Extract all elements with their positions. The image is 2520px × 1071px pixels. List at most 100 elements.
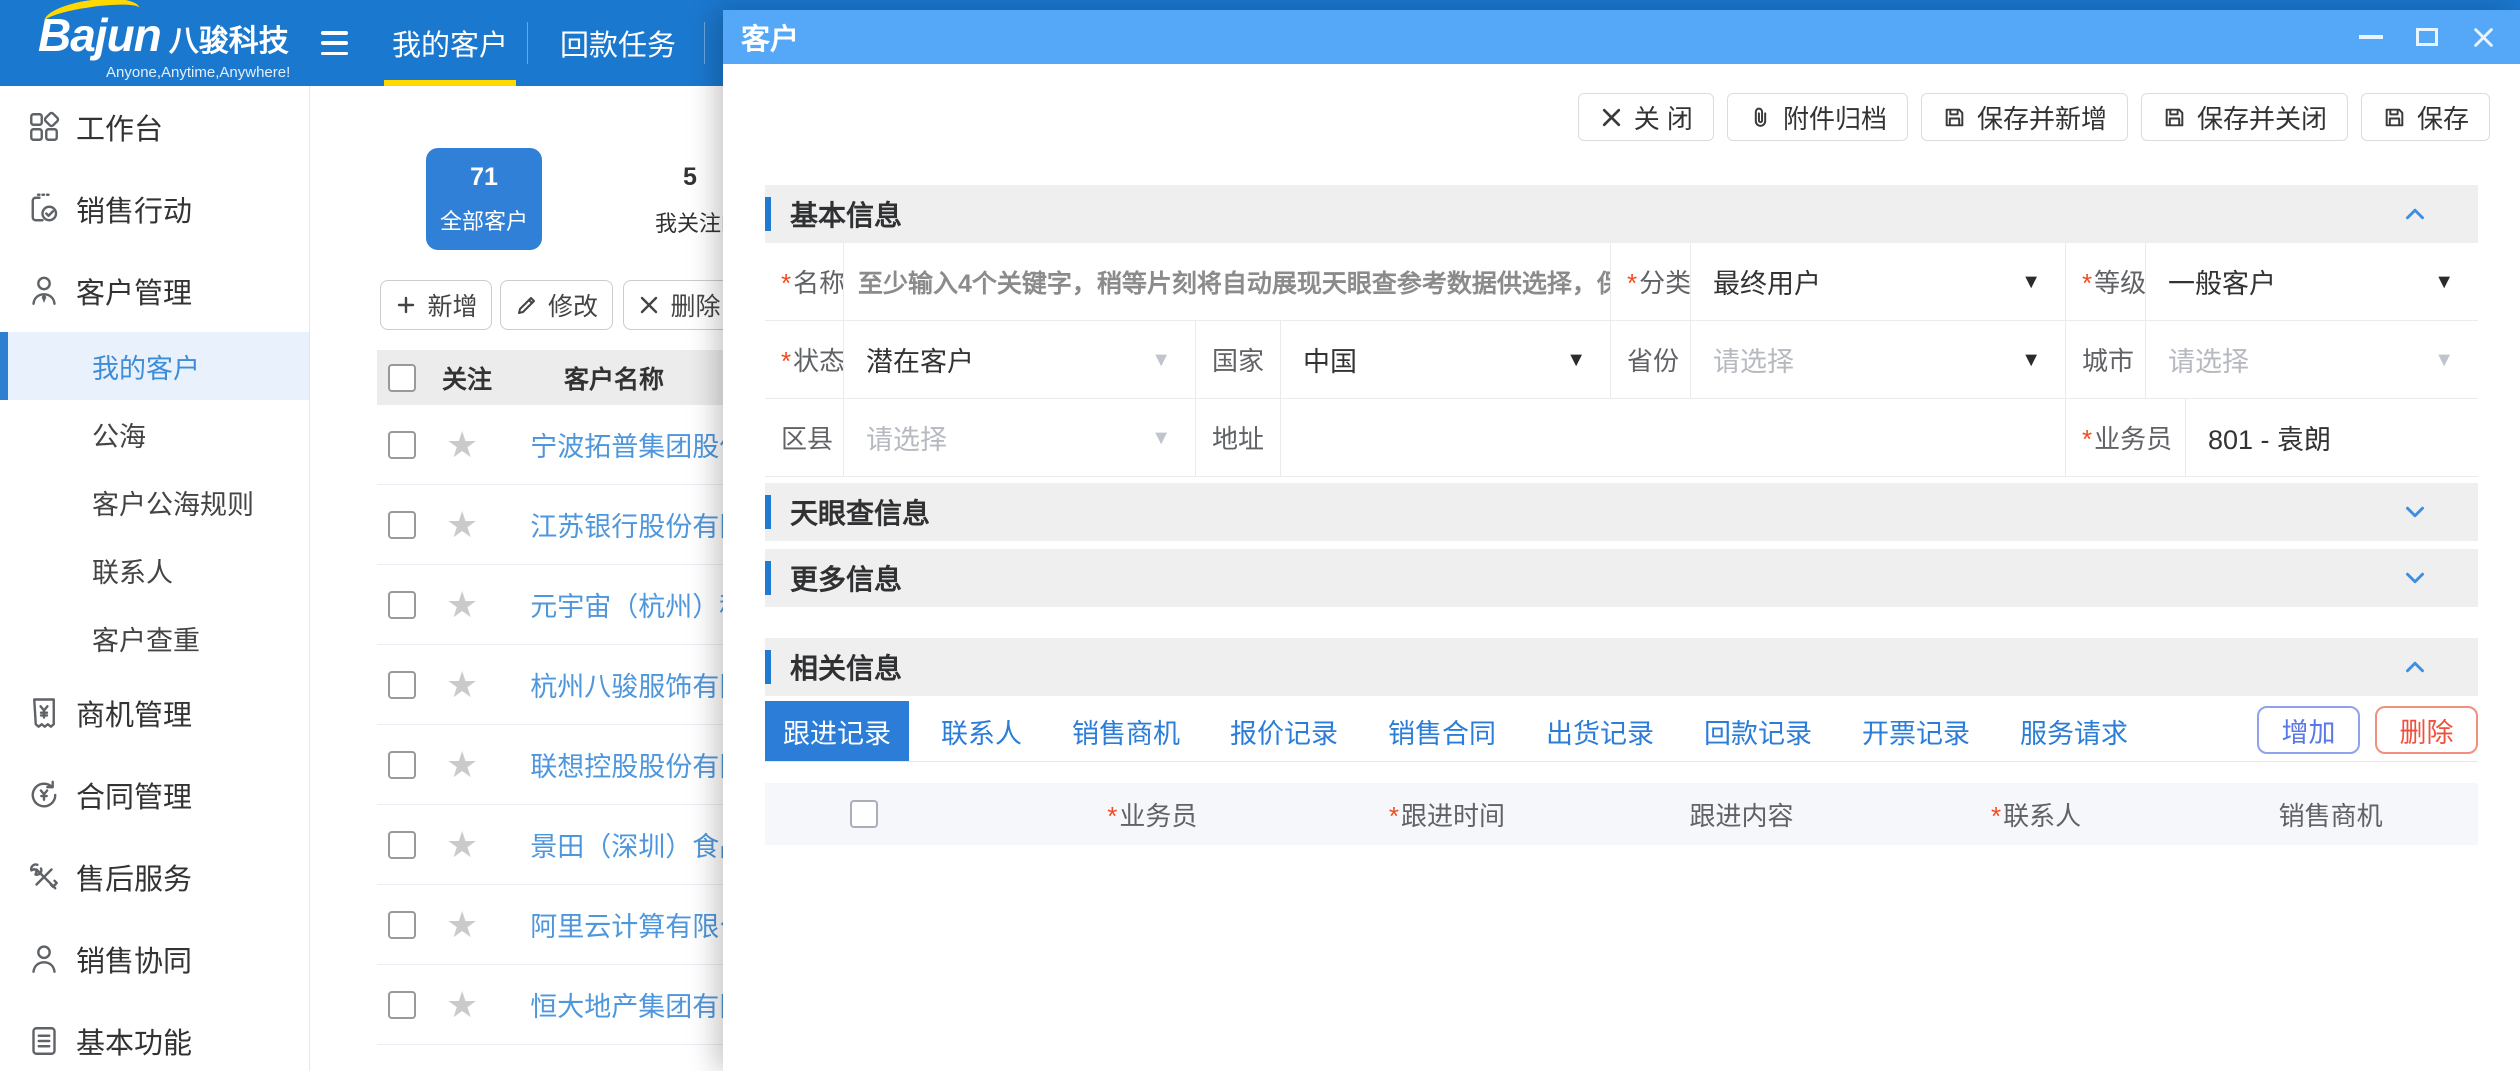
sidebar-item-after-sales[interactable]: 售后服务 [0,836,309,918]
grade-select[interactable]: 一般客户▼ [2145,243,2478,320]
star-icon[interactable]: ★ [446,427,478,463]
nav-divider [704,22,705,64]
sidebar-item-dedup[interactable]: 客户查重 [0,604,309,672]
stat-all-customers[interactable]: 71 全部客户 [426,148,542,250]
maximize-icon[interactable] [2412,22,2442,52]
star-icon[interactable]: ★ [446,747,478,783]
menu-toggle-icon[interactable] [321,31,348,55]
sidebar-item-customer-mgmt[interactable]: 客户管理 [0,250,309,332]
sidebar-item-workbench[interactable]: 工作台 [0,86,309,168]
edit-customer-button[interactable]: 修改 [500,280,613,330]
row-checkbox[interactable] [388,511,416,539]
dialog-body: 关 闭 附件归档 保存并新增 保存并关闭 保存 [723,64,2520,1071]
save-button[interactable]: 保存 [2361,93,2490,141]
star-icon[interactable]: ★ [446,507,478,543]
section-more-info[interactable]: 更多信息 [765,549,2478,607]
row-checkbox[interactable] [388,431,416,459]
star-icon[interactable]: ★ [446,1067,478,1071]
star-icon[interactable]: ★ [446,907,478,943]
name-input[interactable]: 至少输入4个关键字，稍等片刻将自动展现天眼查参考数据供选择，保 [843,243,1610,320]
city-select[interactable]: 请选择▼ [2145,321,2478,398]
receipt-yen-icon [26,695,62,731]
add-customer-button[interactable]: 新增 [380,280,492,330]
document-icon [26,1023,62,1059]
row-checkbox[interactable] [388,591,416,619]
dropdown-arrow-icon: ▼ [2021,350,2041,370]
tools-icon [26,859,62,895]
country-select[interactable]: 中国▼ [1280,321,1610,398]
tab-service-requests[interactable]: 服务请求 [2002,701,2146,761]
chevron-up-icon[interactable] [2400,199,2430,229]
nav-divider [527,22,528,64]
sidebar-item-pool-rules[interactable]: 客户公海规则 [0,468,309,536]
select-all-checkbox[interactable] [388,364,416,392]
salesman-input[interactable]: 801 - 袁朗 [2185,399,2478,476]
delete-customer-button[interactable]: 删除 [623,280,735,330]
field-label-category: 分类 [1611,263,1690,300]
row-checkbox[interactable] [388,911,416,939]
button-label: 关 闭 [1634,99,1693,136]
row-checkbox[interactable] [388,671,416,699]
sidebar-item-opportunity-mgmt[interactable]: 商机管理 [0,672,309,754]
tab-opportunities[interactable]: 销售商机 [1054,701,1198,761]
row-checkbox[interactable] [388,991,416,1019]
district-select[interactable]: 请选择▼ [843,399,1195,476]
sidebar-item-contract-mgmt[interactable]: 合同管理 [0,754,309,836]
related-actions: 增加 删除 [2257,706,2478,754]
column-follow-content: 跟进内容 [1594,796,1889,833]
star-icon[interactable]: ★ [446,987,478,1023]
dropdown-arrow-icon: ▼ [1151,428,1171,448]
tab-contacts[interactable]: 联系人 [923,701,1040,761]
dialog-titlebar[interactable]: 客户 [723,10,2520,64]
sidebar-item-label: 我的客户 [92,347,200,386]
close-icon[interactable] [2468,22,2498,52]
subtable-select-all-checkbox[interactable] [850,800,878,828]
tab-sales-contracts[interactable]: 销售合同 [1370,701,1514,761]
close-dialog-button[interactable]: 关 闭 [1578,93,1714,141]
tab-shipments[interactable]: 出货记录 [1528,701,1672,761]
sidebar-item-label: 商机管理 [76,692,192,734]
sidebar-item-label: 联系人 [92,551,173,590]
row-checkbox[interactable] [388,831,416,859]
tab-payments[interactable]: 回款记录 [1686,701,1830,761]
clipboard-check-icon [26,191,62,227]
nav-tab-label: 回款任务 [560,22,676,64]
save-and-close-button[interactable]: 保存并关闭 [2141,93,2348,141]
tab-quotations[interactable]: 报价记录 [1212,701,1356,761]
field-label-address: 地址 [1196,419,1264,456]
delete-row-button[interactable]: 删除 [2375,706,2478,754]
tab-follow-records[interactable]: 跟进记录 [765,701,909,761]
sidebar-item-my-customers[interactable]: 我的客户 [0,332,309,400]
sidebar-item-sales-collab[interactable]: 销售协同 [0,918,309,1000]
sidebar-item-basic-functions[interactable]: 基本功能 [0,1000,309,1071]
star-icon[interactable]: ★ [446,587,478,623]
section-tianyancha-info[interactable]: 天眼查信息 [765,483,2478,541]
sidebar-item-contacts[interactable]: 联系人 [0,536,309,604]
add-row-button[interactable]: 增加 [2257,706,2360,754]
sidebar-item-public-pool[interactable]: 公海 [0,400,309,468]
app-logo[interactable]: Bajun 八骏科技 Anyone,Anytime,Anywhere! [38,8,290,81]
minimize-icon[interactable] [2356,22,2386,52]
section-related-info[interactable]: 相关信息 [765,638,2478,696]
address-input[interactable] [1280,399,2065,476]
x-icon [1599,105,1624,130]
nav-tab-my-customers[interactable]: 我的客户 [380,0,520,86]
category-select[interactable]: 最终用户▼ [1690,243,2065,320]
sidebar-item-label: 工作台 [76,106,163,148]
sidebar-item-sales-action[interactable]: 销售行动 [0,168,309,250]
province-select[interactable]: 请选择▼ [1690,321,2065,398]
chevron-down-icon[interactable] [2400,497,2430,527]
tab-invoices[interactable]: 开票记录 [1844,701,1988,761]
section-basic-info[interactable]: 基本信息 [765,185,2478,243]
star-icon[interactable]: ★ [446,667,478,703]
column-follow-time: 跟进时间 [1300,796,1595,833]
nav-tab-payment-tasks[interactable]: 回款任务 [548,0,688,86]
chevron-up-icon[interactable] [2400,652,2430,682]
attach-archive-button[interactable]: 附件归档 [1727,93,1908,141]
column-customer-name: 客户名称 [564,360,664,396]
chevron-down-icon[interactable] [2400,563,2430,593]
row-checkbox[interactable] [388,751,416,779]
star-icon[interactable]: ★ [446,827,478,863]
save-and-new-button[interactable]: 保存并新增 [1921,93,2128,141]
status-select[interactable]: 潜在客户▼ [843,321,1195,398]
